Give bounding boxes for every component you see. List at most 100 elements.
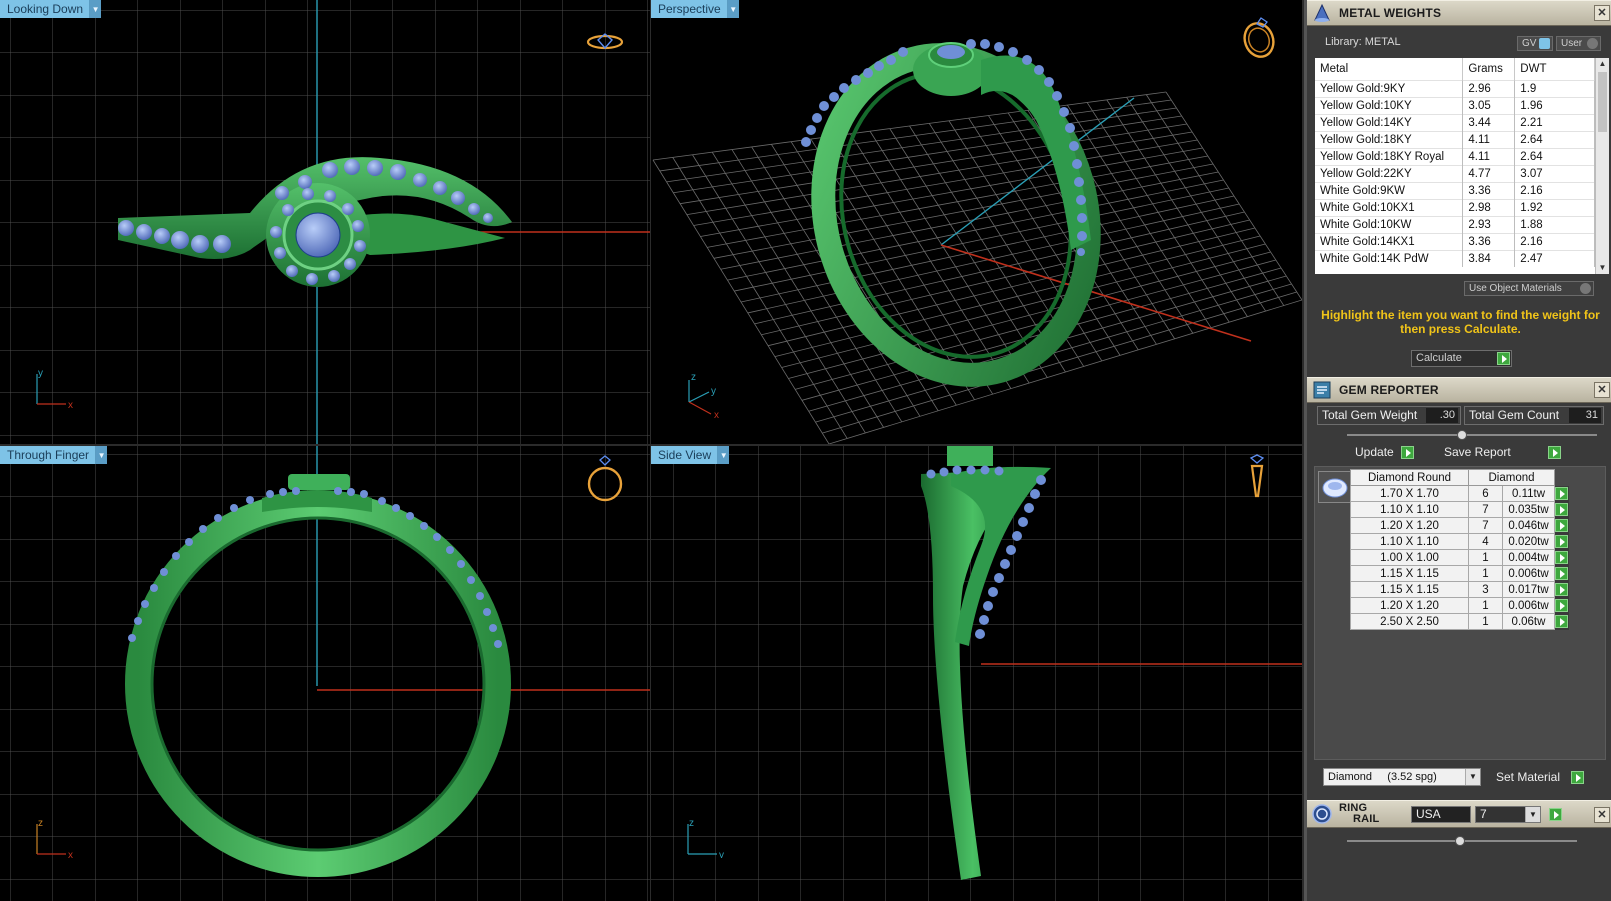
viewport-label-looking-down[interactable]: Looking Down ▼ bbox=[0, 0, 102, 18]
set-material-button[interactable]: Set Material bbox=[1491, 769, 1586, 786]
ring-nav-side-icon[interactable] bbox=[1245, 454, 1269, 504]
metal-row[interactable]: Yellow Gold:18KY Royal 4.11 2.64 bbox=[1315, 147, 1595, 165]
chevron-down-icon[interactable]: ▼ bbox=[1465, 769, 1480, 785]
ring-rail-slider-knob[interactable] bbox=[1455, 836, 1465, 846]
ring-region-select[interactable]: USA bbox=[1411, 806, 1471, 823]
right-panel: METAL WEIGHTS ✕ Library: METAL GV User M… bbox=[1304, 0, 1611, 901]
gem-size-cell: 1.20 X 1.20 bbox=[1350, 517, 1469, 534]
gv-toggle[interactable]: GV bbox=[1517, 36, 1553, 51]
gem-slider-track[interactable] bbox=[1347, 434, 1597, 436]
chevron-down-icon[interactable]: ▼ bbox=[727, 0, 739, 18]
metal-row[interactable]: Yellow Gold:9KY 2.96 1.9 bbox=[1315, 79, 1595, 97]
gem-row[interactable]: 1.15 X 1.15 1 0.006tw bbox=[1350, 565, 1569, 582]
metal-row[interactable]: Yellow Gold:22KY 4.77 3.07 bbox=[1315, 164, 1595, 182]
column-header[interactable]: Grams bbox=[1462, 58, 1516, 80]
metal-row[interactable]: White Gold:10KW 2.93 1.88 bbox=[1315, 215, 1595, 233]
use-object-materials-toggle[interactable]: Use Object Materials bbox=[1464, 281, 1594, 296]
gem-row[interactable]: 1.15 X 1.15 3 0.017tw bbox=[1350, 581, 1569, 598]
gem-row-select[interactable] bbox=[1554, 581, 1569, 598]
metal-row[interactable]: Yellow Gold:14KY 3.44 2.21 bbox=[1315, 113, 1595, 131]
dwt-cell: 3.07 bbox=[1514, 164, 1595, 182]
viewport-label-text: Looking Down bbox=[0, 0, 91, 18]
gem-count-cell: 7 bbox=[1468, 501, 1503, 518]
svg-text:x: x bbox=[68, 850, 73, 858]
scroll-down-icon[interactable]: ▼ bbox=[1596, 262, 1609, 274]
material-select[interactable]: Diamond (3.52 spg) ▼ bbox=[1323, 768, 1481, 786]
viewport-through-finger[interactable]: z x Through Finger ▼ bbox=[0, 446, 650, 901]
svg-text:y: y bbox=[711, 386, 716, 397]
scroll-thumb[interactable] bbox=[1598, 72, 1607, 132]
gem-row[interactable]: 1.70 X 1.70 6 0.11tw bbox=[1350, 485, 1569, 502]
column-header: Diamond Round bbox=[1350, 469, 1469, 486]
close-icon[interactable]: ✕ bbox=[1594, 807, 1610, 823]
gem-row-select[interactable] bbox=[1554, 485, 1569, 502]
gem-count-cell: 1 bbox=[1468, 549, 1503, 566]
gem-count-cell: 7 bbox=[1468, 517, 1503, 534]
total-gem-count-value: 31 bbox=[1569, 408, 1601, 423]
metal-row[interactable]: White Gold:9KW 3.36 2.16 bbox=[1315, 181, 1595, 199]
gem-row-select[interactable] bbox=[1554, 533, 1569, 550]
metal-row[interactable]: Yellow Gold:10KY 3.05 1.96 bbox=[1315, 96, 1595, 114]
chevron-down-icon[interactable]: ▼ bbox=[718, 446, 730, 464]
gem-row-select[interactable] bbox=[1554, 517, 1569, 534]
viewport-label-perspective[interactable]: Perspective ▼ bbox=[651, 0, 739, 18]
gem-row-select[interactable] bbox=[1554, 501, 1569, 518]
metal-table: Metal Grams DWT Yellow Gold:9KY 2.96 1.9 Ye… bbox=[1315, 58, 1595, 267]
metal-row[interactable]: Yellow Gold:18KY 4.11 2.64 bbox=[1315, 130, 1595, 148]
gem-count-cell: 1 bbox=[1468, 597, 1503, 614]
total-gem-weight-value: .30 bbox=[1426, 408, 1458, 423]
gem-thumbnail[interactable] bbox=[1318, 471, 1352, 503]
update-button[interactable]: Update bbox=[1350, 444, 1416, 461]
gem-row[interactable]: 1.10 X 1.10 7 0.035tw bbox=[1350, 501, 1569, 518]
chevron-down-icon[interactable]: ▼ bbox=[1525, 807, 1540, 822]
gem-size-cell: 1.15 X 1.15 bbox=[1350, 581, 1469, 598]
gem-weight-cell: 0.017tw bbox=[1502, 581, 1555, 598]
gem-table: Diamond Round Diamond 1.70 X 1.70 6 0.11tw… bbox=[1350, 469, 1569, 630]
gem-row-select[interactable] bbox=[1554, 613, 1569, 630]
viewport-side-view[interactable]: z y Side View ▼ bbox=[651, 446, 1302, 901]
viewport-looking-down[interactable]: y x Looking Down ▼ bbox=[0, 0, 650, 444]
close-icon[interactable]: ✕ bbox=[1594, 382, 1610, 398]
viewport-label-side-view[interactable]: Side View ▼ bbox=[651, 446, 730, 464]
metal-row[interactable]: White Gold:14KX1 3.36 2.16 bbox=[1315, 232, 1595, 250]
total-gem-count-label: Total Gem Count bbox=[1469, 408, 1560, 422]
play-arrow-icon[interactable] bbox=[1549, 808, 1562, 821]
column-header[interactable]: Metal bbox=[1315, 58, 1464, 80]
gem-row[interactable]: 2.50 X 2.50 1 0.06tw bbox=[1350, 613, 1569, 630]
save-report-button[interactable]: Save Report bbox=[1439, 444, 1563, 461]
user-toggle[interactable]: User bbox=[1556, 36, 1601, 51]
gem-row-select[interactable] bbox=[1554, 549, 1569, 566]
close-icon[interactable]: ✕ bbox=[1594, 5, 1610, 21]
gem-row[interactable]: 1.10 X 1.10 4 0.020tw bbox=[1350, 533, 1569, 550]
gem-row-select[interactable] bbox=[1554, 565, 1569, 582]
gem-slider-knob[interactable] bbox=[1457, 430, 1467, 440]
play-arrow-icon bbox=[1497, 352, 1510, 365]
column-header[interactable]: DWT bbox=[1514, 58, 1595, 80]
play-arrow-icon bbox=[1555, 599, 1568, 612]
ring-nav-top-icon[interactable] bbox=[585, 30, 625, 54]
metal-row[interactable]: White Gold:14K PdW 3.84 2.47 bbox=[1315, 249, 1595, 267]
calculate-button[interactable]: Calculate bbox=[1411, 350, 1512, 367]
gem-count-cell: 1 bbox=[1468, 613, 1503, 630]
chevron-down-icon[interactable]: ▼ bbox=[96, 446, 108, 464]
gem-row[interactable]: 1.00 X 1.00 1 0.004tw bbox=[1350, 549, 1569, 566]
ring-nav-front-icon[interactable] bbox=[585, 454, 625, 504]
metal-name-cell: Yellow Gold:18KY bbox=[1315, 130, 1464, 148]
gem-row-select[interactable] bbox=[1554, 597, 1569, 614]
play-arrow-icon bbox=[1555, 503, 1568, 516]
gem-weight-cell: 0.006tw bbox=[1502, 565, 1555, 582]
dwt-cell: 2.16 bbox=[1514, 181, 1595, 199]
svg-text:z: z bbox=[691, 372, 696, 383]
ring-size-select[interactable]: 7 ▼ bbox=[1475, 806, 1541, 823]
viewport-perspective[interactable]: z y x Perspective ▼ bbox=[651, 0, 1302, 444]
gem-row[interactable]: 1.20 X 1.20 1 0.006tw bbox=[1350, 597, 1569, 614]
metal-name-cell: White Gold:10KX1 bbox=[1315, 198, 1464, 216]
viewport-label-through-finger[interactable]: Through Finger ▼ bbox=[0, 446, 108, 464]
metal-row[interactable]: White Gold:10KX1 2.98 1.92 bbox=[1315, 198, 1595, 216]
chevron-down-icon[interactable]: ▼ bbox=[90, 0, 102, 18]
scroll-up-icon[interactable]: ▲ bbox=[1596, 58, 1609, 70]
gem-row[interactable]: 1.20 X 1.20 7 0.046tw bbox=[1350, 517, 1569, 534]
metal-table-scrollbar[interactable]: ▲ ▼ bbox=[1595, 58, 1609, 274]
gem-weight-cell: 0.035tw bbox=[1502, 501, 1555, 518]
ring-nav-perspective-icon[interactable] bbox=[1239, 12, 1279, 60]
